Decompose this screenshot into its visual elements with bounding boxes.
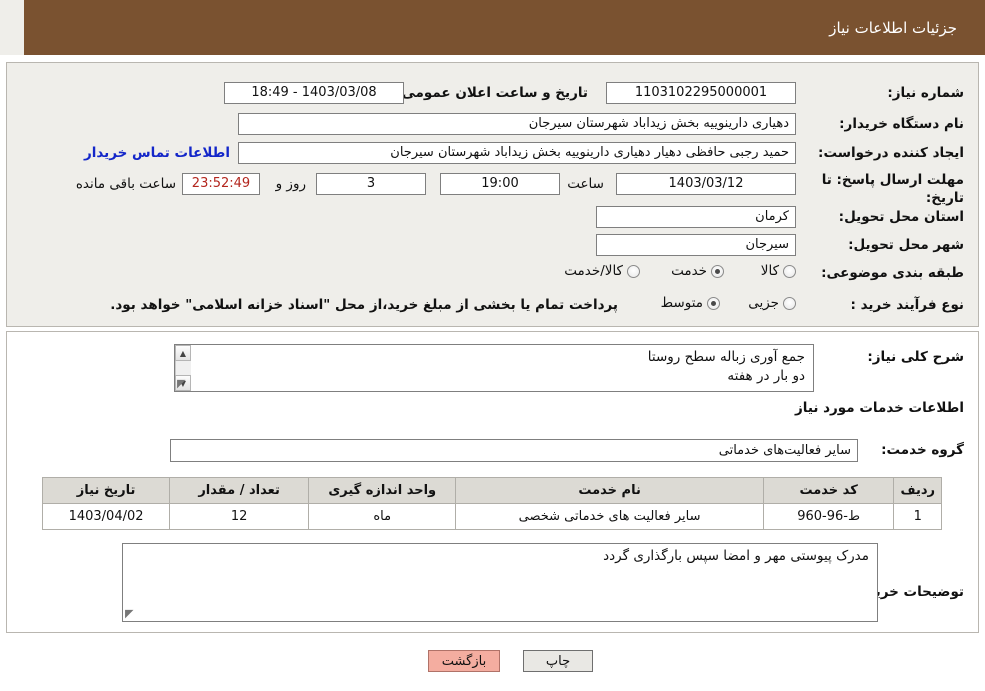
announce-datetime-label: تاریخ و ساعت اعلان عمومی: <box>396 85 588 101</box>
print-button[interactable]: چاپ <box>523 650 593 672</box>
buyer-contact-link[interactable]: اطلاعات تماس خریدار <box>84 145 230 161</box>
province-value: کرمان <box>596 206 796 228</box>
purchase-type-label: نوع فرآیند خرید : <box>850 297 965 313</box>
summary-line-1: جمع آوری زباله سطح روستا <box>647 349 805 365</box>
deadline-date-value: 1403/03/12 <box>616 173 796 195</box>
scroll-up-icon[interactable]: ▲ <box>175 345 191 361</box>
radio-icon[interactable] <box>711 264 724 278</box>
category-option-label-1: خدمت <box>671 263 707 279</box>
buyer-org-label: نام دستگاه خریدار: <box>839 116 964 132</box>
service-group-value: سایر فعالیت‌های خدماتی <box>170 439 858 462</box>
category-option-label-2: کالا/خدمت <box>564 263 623 279</box>
remaining-days-label: روز و <box>275 176 306 192</box>
services-heading: اطلاعات خدمات مورد نیاز <box>794 400 964 416</box>
purchase-type-label-1: متوسط <box>660 295 703 311</box>
cell-name: سایر فعالیت های خدماتی شخصی <box>455 503 764 530</box>
cell-date: 1403/04/02 <box>41 503 171 530</box>
deadline-hour-label: ساعت <box>567 176 604 192</box>
services-table: ردیف کد خدمت نام خدمت واحد اندازه گیری ت… <box>41 477 942 530</box>
buyer-notes-value: مدرک پیوستی مهر و امضا سپس بارگذاری گردد <box>603 548 869 564</box>
deadline-hour-value: 19:00 <box>440 173 560 195</box>
buyer-org-value: دهیاری دارینوییه بخش زیداباد شهرستان سیر… <box>238 113 796 135</box>
category-label: طبقه بندی موضوعی: <box>821 265 964 281</box>
creator-label: ایجاد کننده درخواست: <box>818 145 964 161</box>
need-number-value: 1103102295000001 <box>606 82 796 104</box>
service-group-label: گروه خدمت: <box>881 442 964 458</box>
table-header-row: ردیف کد خدمت نام خدمت واحد اندازه گیری ت… <box>41 477 942 504</box>
radio-icon[interactable] <box>783 296 796 310</box>
summary-line-2: دو بار در هفته <box>727 368 805 384</box>
city-label: شهر محل تحویل: <box>848 237 964 253</box>
announce-datetime-value: 1403/03/08 - 18:49 <box>224 82 404 104</box>
purchase-note: پرداخت تمام یا بخشی از مبلغ خرید،از محل … <box>110 297 618 313</box>
back-button[interactable]: بازگشت <box>428 650 500 672</box>
category-option-label-0: کالا <box>760 263 779 279</box>
cell-qty: 12 <box>169 503 310 530</box>
col-unit: واحد اندازه گیری <box>308 477 457 504</box>
page-root: AnaTender.net جزئیات اطلاعات نیاز شماره … <box>0 0 985 691</box>
col-date: تاریخ نیاز <box>41 477 171 504</box>
summary-label: شرح کلی نیاز: <box>867 349 964 365</box>
col-name: نام خدمت <box>455 477 764 504</box>
buyer-notes-textarea[interactable]: مدرک پیوستی مهر و امضا سپس بارگذاری گردد… <box>122 543 878 622</box>
radio-icon[interactable] <box>783 264 796 278</box>
radio-icon[interactable] <box>627 264 640 278</box>
details-panel: شرح کلی نیاز: جمع آوری زباله سطح روستا د… <box>6 331 979 633</box>
category-option-khedmat[interactable]: خدمت <box>671 263 724 279</box>
summary-textarea[interactable]: جمع آوری زباله سطح روستا دو بار در هفته … <box>174 344 814 392</box>
resize-grip-icon[interactable]: ◥ <box>125 607 137 620</box>
purchase-type-label-0: جزیی <box>748 295 779 311</box>
radio-icon[interactable] <box>707 296 720 310</box>
col-qty: تعداد / مقدار <box>169 477 310 504</box>
category-option-kala-khedmat[interactable]: کالا/خدمت <box>564 263 640 279</box>
province-label: استان محل تحویل: <box>838 209 964 225</box>
category-option-kala[interactable]: کالا <box>761 263 796 279</box>
window-titlebar: جزئیات اطلاعات نیاز <box>0 0 985 55</box>
col-code: کد خدمت <box>762 477 895 504</box>
page-title: جزئیات اطلاعات نیاز <box>829 18 957 37</box>
city-value: سیرجان <box>596 234 796 256</box>
titlebar-left-block <box>0 0 24 55</box>
col-row: ردیف <box>893 477 942 504</box>
cell-code: ط-96-960 <box>762 503 895 530</box>
countdown-label: ساعت باقی مانده <box>75 176 176 192</box>
resize-grip-icon[interactable]: ◥ <box>177 377 189 390</box>
table-row: 1 ط-96-960 سایر فعالیت های خدماتی شخصی م… <box>41 503 942 530</box>
need-number-label: شماره نیاز: <box>887 85 964 101</box>
remaining-days-value: 3 <box>316 173 426 195</box>
creator-value: حمید رجبی حافظی دهیار دهیاری دارینوییه ب… <box>238 142 796 164</box>
cell-unit: ماه <box>308 503 457 530</box>
countdown-value: 23:52:49 <box>182 173 260 195</box>
purchase-type-option-motavaset[interactable]: متوسط <box>661 295 720 311</box>
need-info-panel: شماره نیاز: 1103102295000001 تاریخ و ساع… <box>6 62 979 327</box>
deadline-label: مهلت ارسال پاسخ: تا تاریخ: <box>821 172 964 206</box>
purchase-type-option-jozei[interactable]: جزیی <box>748 295 796 311</box>
cell-row: 1 <box>893 503 942 530</box>
